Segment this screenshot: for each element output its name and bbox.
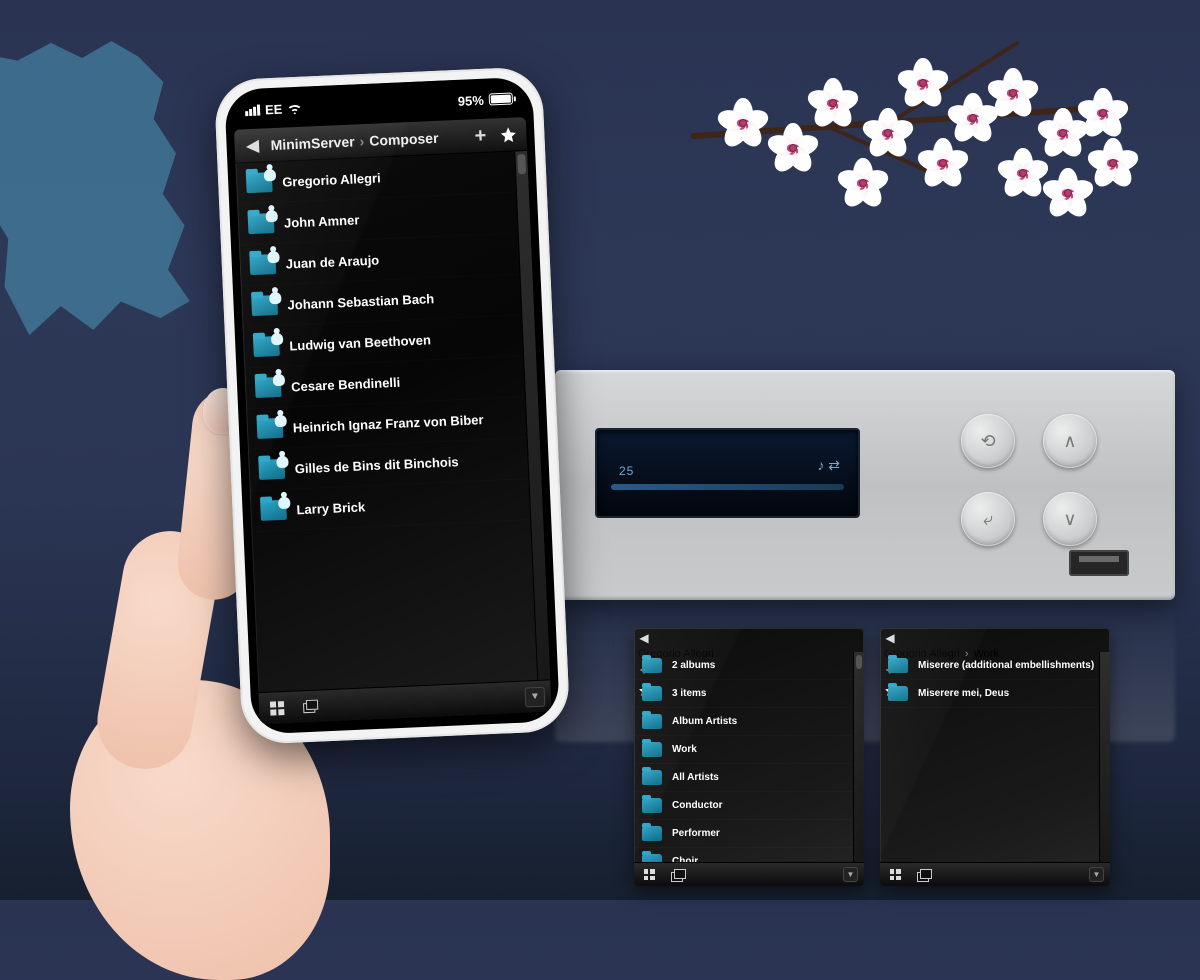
options-dropdown[interactable]: ▼ — [1089, 867, 1104, 882]
folder-icon — [888, 686, 908, 701]
usb-port — [1069, 550, 1129, 576]
grid-view-button[interactable] — [640, 866, 658, 884]
folder-icon — [642, 714, 662, 729]
list-item[interactable]: Album Artists — [634, 708, 864, 736]
list-item[interactable]: Conductor — [634, 792, 864, 820]
back-button[interactable]: ◀ — [634, 628, 654, 648]
device-button-back: ⟲ — [961, 414, 1015, 468]
list-item[interactable]: 3 items — [634, 680, 864, 708]
brush-stroke — [0, 25, 204, 345]
person-folder-icon — [249, 254, 276, 275]
list-item[interactable]: All Artists — [634, 764, 864, 792]
folder-icon — [642, 742, 662, 757]
folder-icon — [888, 658, 908, 673]
list-item[interactable]: Work — [634, 736, 864, 764]
folder-icon — [642, 658, 662, 673]
folder-icon — [642, 770, 662, 785]
person-folder-icon — [251, 295, 278, 316]
list-item[interactable]: 2 albums — [634, 652, 864, 680]
carrier-label: EE — [265, 101, 283, 117]
person-folder-icon — [255, 377, 282, 398]
music-browser-app: ◀ MinimServer › Composer + Gregorio Alle… — [234, 117, 552, 724]
favorite-button[interactable] — [494, 120, 523, 149]
composer-list[interactable]: Gregorio Allegri John Amner Juan de Arau… — [235, 151, 550, 692]
stack-view-button[interactable] — [914, 866, 932, 884]
detail-panel-albums: ◀ Gregorio Allegri + 2 albums 3 items Al… — [634, 628, 864, 886]
add-button[interactable]: + — [466, 121, 495, 150]
phone: EE 95% 12:27 ◀ MinimServer › Composer + — [214, 66, 571, 745]
battery-percent: 95% — [458, 92, 485, 108]
breadcrumb[interactable]: MinimServer › Composer — [266, 128, 467, 153]
person-folder-icon — [248, 213, 275, 234]
scrollbar-thumb[interactable] — [517, 154, 526, 174]
signal-icon — [245, 104, 260, 116]
back-button[interactable]: ◀ — [238, 131, 267, 160]
person-folder-icon — [246, 172, 273, 193]
battery-icon — [489, 93, 514, 106]
detail-panel-works: ◀ Gregorio Allegri › Work + Miserere (ad… — [880, 628, 1110, 886]
options-dropdown[interactable]: ▼ — [525, 686, 546, 707]
folder-icon — [642, 686, 662, 701]
crumb-1[interactable]: Composer — [369, 129, 439, 148]
scrollbar-thumb[interactable] — [856, 655, 862, 669]
person-folder-icon — [260, 500, 287, 521]
person-folder-icon — [258, 459, 285, 480]
crumb-0[interactable]: MinimServer — [270, 133, 355, 153]
list-item[interactable]: Performer — [634, 820, 864, 848]
device-button-enter: ⤶ — [961, 492, 1015, 546]
back-button[interactable]: ◀ — [880, 628, 900, 648]
list-item[interactable]: Miserere mei, Deus — [880, 680, 1110, 708]
list-item[interactable]: Choir — [634, 848, 864, 862]
cherry-blossom — [690, 40, 1130, 230]
grid-view-button[interactable] — [886, 866, 904, 884]
chevron-right-icon: › — [359, 133, 364, 149]
device-readout: 25 — [619, 464, 634, 478]
folder-icon — [642, 826, 662, 841]
folder-icon — [642, 798, 662, 813]
device-screen: 25 ♪ ⇄ — [595, 428, 860, 518]
device-button-down: ∨ — [1043, 492, 1097, 546]
person-folder-icon — [253, 336, 280, 357]
audio-device: 25 ♪ ⇄ ⟲ ∧ ⤶ ∨ — [555, 370, 1175, 600]
folder-icon — [642, 854, 662, 862]
stack-view-button[interactable] — [668, 866, 686, 884]
list-item[interactable]: Miserere (additional embellishments) — [880, 652, 1110, 680]
stack-view-button[interactable] — [299, 694, 324, 719]
work-list[interactable]: Miserere (additional embellishments) Mis… — [880, 652, 1110, 862]
options-dropdown[interactable]: ▼ — [843, 867, 858, 882]
person-folder-icon — [257, 418, 284, 439]
device-button-up: ∧ — [1043, 414, 1097, 468]
category-list[interactable]: 2 albums 3 items Album Artists Work All … — [634, 652, 864, 862]
grid-view-button[interactable] — [265, 695, 290, 720]
